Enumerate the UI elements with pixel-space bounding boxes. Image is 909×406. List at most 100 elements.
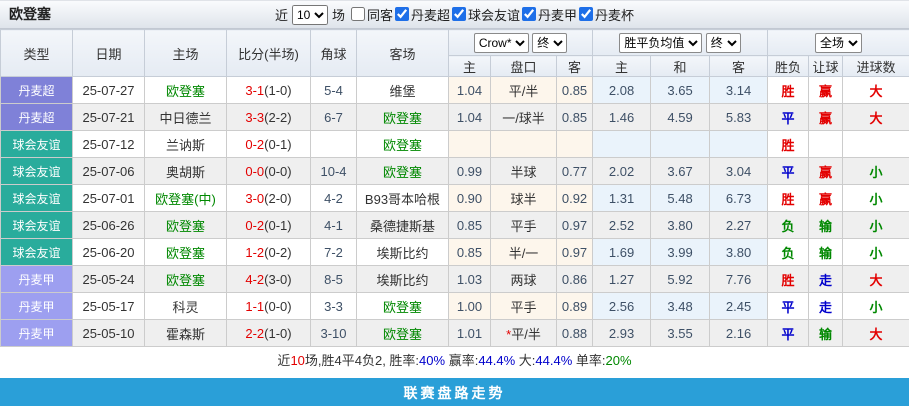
- cell-ah-line: 平手: [491, 212, 557, 239]
- summary-segment: 单率:: [572, 353, 605, 368]
- filter-checkbox[interactable]: [522, 7, 536, 21]
- cell-away-team: 维堡: [357, 77, 449, 104]
- cell-eu-home-odds: 2.56: [593, 293, 651, 320]
- col-header-home: 主场: [145, 30, 227, 77]
- cell-eu-draw-odds: 3.67: [651, 158, 710, 185]
- col-header-score: 比分(半场): [227, 30, 311, 77]
- subcol-eu-away: 客: [710, 56, 768, 77]
- cell-goals-result: 小: [843, 212, 909, 239]
- cell-date: 25-05-10: [73, 320, 145, 347]
- subcol-ah-away: 客: [557, 56, 593, 77]
- record-summary: 近10场,胜4平4负2, 胜率:40% 赢率:44.4% 大:44.4% 单率:…: [0, 347, 909, 375]
- europe-odds-select[interactable]: 胜平负均值: [619, 33, 702, 53]
- cell-ah-line: [491, 131, 557, 158]
- cell-eu-home-odds: 1.69: [593, 239, 651, 266]
- filter-丹麦杯[interactable]: 丹麦杯: [577, 5, 634, 24]
- cell-eu-home-odds: 1.46: [593, 104, 651, 131]
- cell-date: 25-05-17: [73, 293, 145, 320]
- filter-label: 丹麦甲: [538, 5, 577, 24]
- filter-checkbox[interactable]: [351, 7, 365, 21]
- cell-ah-home-odds: 1.00: [449, 293, 491, 320]
- cell-home-team: 兰讷斯: [145, 131, 227, 158]
- cell-result: 负: [768, 212, 809, 239]
- table-row: 球会友谊25-06-26欧登塞0-2(0-1)4-1桑德捷斯基0.85平手0.9…: [1, 212, 909, 239]
- table-row: 丹麦甲25-05-10霍森斯2-2(1-0)3-10欧登塞1.01*平/半0.8…: [1, 320, 909, 347]
- cell-ah-away-odds: 0.86: [557, 266, 593, 293]
- scope-select[interactable]: 全场: [815, 33, 862, 53]
- table-row: 丹麦甲25-05-24欧登塞4-2(3-0)8-5埃斯比约1.03两球0.861…: [1, 266, 909, 293]
- odds-company-select[interactable]: Crow*: [474, 33, 529, 53]
- cell-ah-away-odds: 0.88: [557, 320, 593, 347]
- cell-result: 胜: [768, 131, 809, 158]
- cell-ah-home-odds: 1.01: [449, 320, 491, 347]
- cell-result: 平: [768, 320, 809, 347]
- section-header-league-trend: 联赛盘路走势: [0, 378, 909, 406]
- cell-ah-line: 一/球半: [491, 104, 557, 131]
- cell-ah-result: 赢: [809, 104, 843, 131]
- cell-league-type: 丹麦甲: [1, 293, 73, 320]
- col-header-corner: 角球: [311, 30, 357, 77]
- cell-home-team: 科灵: [145, 293, 227, 320]
- filter-checkbox[interactable]: [395, 7, 409, 21]
- cell-eu-away-odds: 2.45: [710, 293, 768, 320]
- filter-同客[interactable]: 同客: [349, 5, 393, 24]
- cell-away-team: B93哥本哈根: [357, 185, 449, 212]
- cell-eu-draw-odds: [651, 131, 710, 158]
- team-odds-history-panel: 欧登塞 近 10 场 同客丹麦超球会友谊丹麦甲丹麦杯 类型 日期 主场 比分(半…: [0, 0, 909, 406]
- filter-checkbox[interactable]: [579, 7, 593, 21]
- cell-corners: 4-2: [311, 185, 357, 212]
- filter-丹麦甲[interactable]: 丹麦甲: [520, 5, 577, 24]
- recent-count-select[interactable]: 10: [292, 5, 328, 25]
- filter-球会友谊[interactable]: 球会友谊: [450, 5, 520, 24]
- odds-stage-select-2[interactable]: 终: [706, 33, 741, 53]
- table-row: 球会友谊25-07-01欧登塞(中)3-0(2-0)4-2B93哥本哈根0.90…: [1, 185, 909, 212]
- cell-league-type: 丹麦甲: [1, 266, 73, 293]
- cell-home-team: 欧登塞: [145, 239, 227, 266]
- cell-eu-home-odds: 2.02: [593, 158, 651, 185]
- summary-segment: 20%: [606, 353, 632, 368]
- cell-result: 胜: [768, 185, 809, 212]
- cell-eu-away-odds: 6.73: [710, 185, 768, 212]
- cell-ah-result: 赢: [809, 185, 843, 212]
- asian-odds-header: Crow* 终: [449, 30, 593, 56]
- cell-ah-line: 球半: [491, 185, 557, 212]
- cell-date: 25-07-06: [73, 158, 145, 185]
- cell-ah-away-odds: 0.77: [557, 158, 593, 185]
- cell-ah-away-odds: 0.92: [557, 185, 593, 212]
- cell-ah-away-odds: 0.85: [557, 104, 593, 131]
- table-row: 丹麦甲25-05-17科灵1-1(0-0)3-3欧登塞1.00平手0.892.5…: [1, 293, 909, 320]
- cell-eu-away-odds: 3.80: [710, 239, 768, 266]
- filter-label: 丹麦杯: [595, 5, 634, 24]
- subcol-ah-home: 主: [449, 56, 491, 77]
- filter-丹麦超[interactable]: 丹麦超: [393, 5, 450, 24]
- col-header-away: 客场: [357, 30, 449, 77]
- cell-eu-draw-odds: 3.65: [651, 77, 710, 104]
- filter-checkbox[interactable]: [452, 7, 466, 21]
- cell-home-team: 欧登塞: [145, 77, 227, 104]
- cell-corners: 4-1: [311, 212, 357, 239]
- cell-ah-line: 两球: [491, 266, 557, 293]
- summary-segment: 40%: [419, 353, 445, 368]
- cell-away-team: 欧登塞: [357, 293, 449, 320]
- table-row: 丹麦超25-07-21中日德兰3-3(2-2)6-7欧登塞1.04一/球半0.8…: [1, 104, 909, 131]
- cell-eu-away-odds: 7.76: [710, 266, 768, 293]
- subcol-ah-result: 让球: [809, 56, 843, 77]
- summary-segment: 场,胜4平4负2, 胜率:: [305, 353, 419, 368]
- cell-home-team: 欧登塞: [145, 212, 227, 239]
- table-row: 球会友谊25-07-06奥胡斯0-0(0-0)10-4欧登塞0.99半球0.77…: [1, 158, 909, 185]
- topbar: 欧登塞 近 10 场 同客丹麦超球会友谊丹麦甲丹麦杯: [0, 1, 909, 29]
- odds-stage-select-1[interactable]: 终: [532, 33, 567, 53]
- summary-segment: 44.4%: [478, 353, 515, 368]
- cell-league-type: 丹麦甲: [1, 320, 73, 347]
- cell-league-type: 球会友谊: [1, 185, 73, 212]
- subcol-goals: 进球数: [843, 56, 909, 77]
- cell-date: 25-07-12: [73, 131, 145, 158]
- matches-label: 场: [332, 5, 345, 24]
- cell-ah-home-odds: 1.04: [449, 104, 491, 131]
- cell-corners: [311, 131, 357, 158]
- match-history-table: 类型 日期 主场 比分(半场) 角球 客场 Crow* 终 胜平负均值 终 全场: [0, 29, 909, 347]
- cell-ah-home-odds: 0.99: [449, 158, 491, 185]
- cell-ah-line: 半/一: [491, 239, 557, 266]
- summary-segment: 近: [277, 353, 290, 368]
- cell-corners: 3-10: [311, 320, 357, 347]
